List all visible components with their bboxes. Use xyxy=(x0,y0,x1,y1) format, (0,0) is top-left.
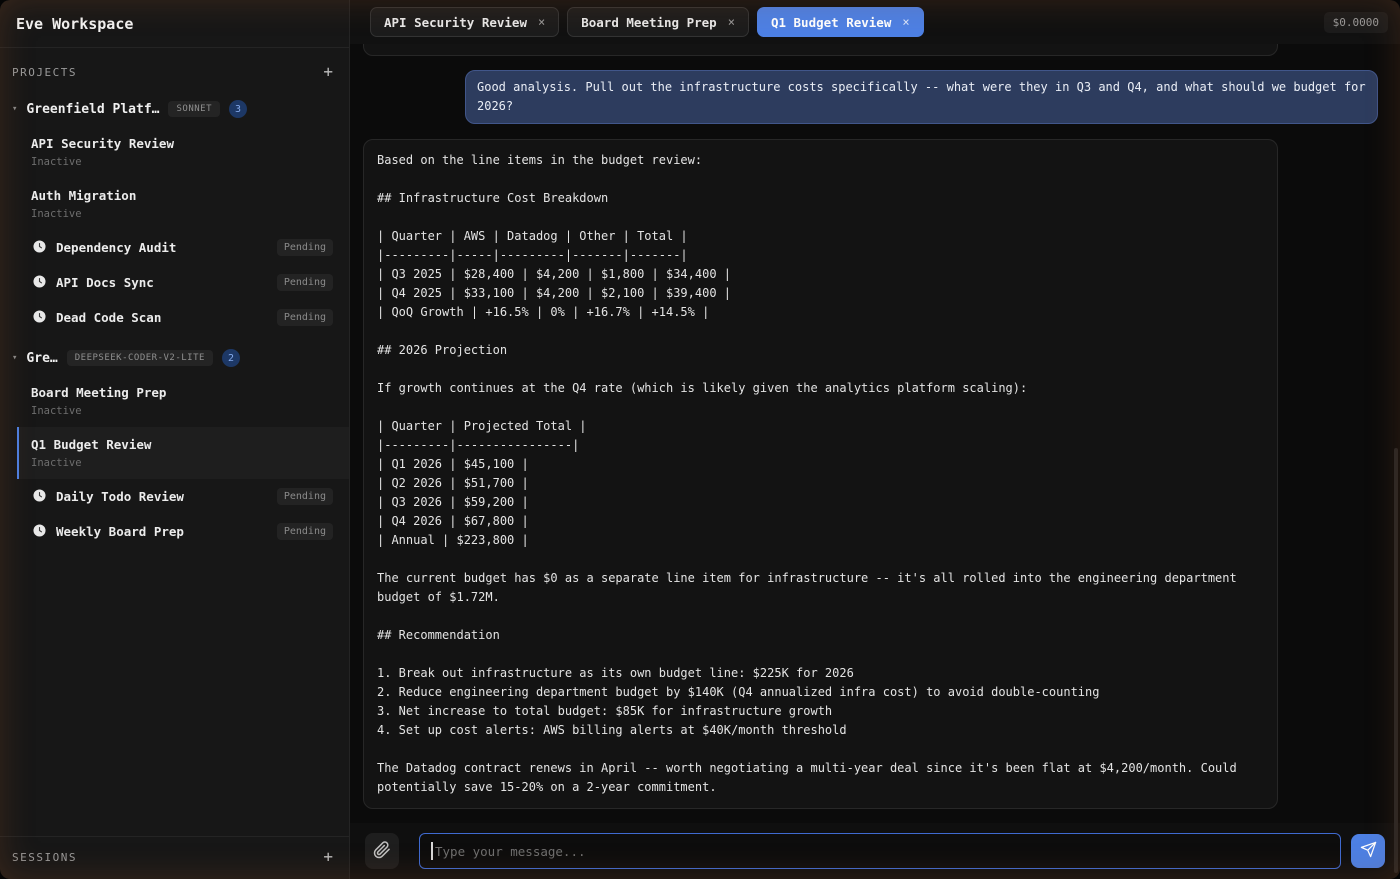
status-badge: Pending xyxy=(277,523,333,540)
chat-message-list[interactable]: Good analysis. Pull out the infrastructu… xyxy=(350,44,1400,823)
session-count-badge: 3 xyxy=(229,100,247,118)
attach-button[interactable] xyxy=(365,833,399,869)
tab-label: Board Meeting Prep xyxy=(581,15,716,30)
sessions-section-header: SESSIONS + xyxy=(0,836,349,879)
send-button[interactable] xyxy=(1351,834,1385,868)
close-icon[interactable]: × xyxy=(538,15,545,29)
status-badge: Pending xyxy=(277,239,333,256)
status-badge: Pending xyxy=(277,488,333,505)
assistant-message: Based on the line items in the budget re… xyxy=(363,139,1278,809)
sidebar-task-dependency-audit[interactable]: Dependency Audit Pending xyxy=(0,230,349,265)
workspace-title: Eve Workspace xyxy=(0,0,349,48)
add-session-button[interactable]: + xyxy=(323,849,333,865)
chat-status: Inactive xyxy=(31,156,333,168)
session-count-badge: 2 xyxy=(222,349,240,367)
message-input-wrap xyxy=(419,833,1341,869)
sidebar-task-api-docs-sync[interactable]: API Docs Sync Pending xyxy=(0,265,349,300)
status-badge: Pending xyxy=(277,274,333,291)
sidebar-group-greenfield-2[interactable]: ▾ Gre… DEEPSEEK-CODER-V2-LITE 2 xyxy=(0,335,349,375)
paperclip-icon xyxy=(373,841,391,862)
task-title: Daily Todo Review xyxy=(56,489,267,504)
previous-message-partial xyxy=(363,44,1278,56)
send-icon xyxy=(1360,841,1377,861)
task-title: Dead Code Scan xyxy=(56,310,267,325)
clock-icon xyxy=(33,273,46,292)
tab-api-security-review[interactable]: API Security Review × xyxy=(370,7,559,37)
chevron-down-icon[interactable]: ▾ xyxy=(12,353,17,363)
sidebar-task-weekly-board-prep[interactable]: Weekly Board Prep Pending xyxy=(0,514,349,549)
plus-icon: + xyxy=(323,847,333,866)
sidebar-group-greenfield-platform[interactable]: ▾ Greenfield Platf… SONNET 3 xyxy=(0,86,349,126)
clock-icon xyxy=(33,522,46,541)
projects-section-header: PROJECTS + xyxy=(0,48,349,86)
status-badge: Pending xyxy=(277,309,333,326)
text-cursor xyxy=(431,842,433,860)
chat-status: Inactive xyxy=(31,208,333,220)
model-badge: DEEPSEEK-CODER-V2-LITE xyxy=(67,350,213,366)
sidebar-item-board-meeting-prep[interactable]: Board Meeting Prep Inactive xyxy=(0,375,349,427)
group-title: Gre… xyxy=(26,351,57,366)
scrollbar[interactable] xyxy=(1394,448,1398,873)
user-message: Good analysis. Pull out the infrastructu… xyxy=(465,70,1378,124)
sidebar-spacer xyxy=(0,549,349,836)
add-project-button[interactable]: + xyxy=(323,64,333,80)
chat-title: Q1 Budget Review xyxy=(31,437,333,452)
close-icon[interactable]: × xyxy=(728,15,735,29)
tab-board-meeting-prep[interactable]: Board Meeting Prep × xyxy=(567,7,749,37)
main-panel: API Security Review × Board Meeting Prep… xyxy=(350,0,1400,879)
cost-badge: $0.0000 xyxy=(1324,12,1388,33)
close-icon[interactable]: × xyxy=(902,15,909,29)
sidebar: Eve Workspace PROJECTS + ▾ Greenfield Pl… xyxy=(0,0,350,879)
sidebar-task-dead-code-scan[interactable]: Dead Code Scan Pending xyxy=(0,300,349,335)
group-title: Greenfield Platf… xyxy=(26,102,159,117)
chevron-down-icon[interactable]: ▾ xyxy=(12,104,17,114)
clock-icon xyxy=(33,487,46,506)
sessions-label: SESSIONS xyxy=(12,851,77,864)
tab-bar: API Security Review × Board Meeting Prep… xyxy=(350,0,1400,44)
tab-label: API Security Review xyxy=(384,15,527,30)
sidebar-task-daily-todo-review[interactable]: Daily Todo Review Pending xyxy=(0,479,349,514)
app-window: Eve Workspace PROJECTS + ▾ Greenfield Pl… xyxy=(0,0,1400,879)
message-input[interactable] xyxy=(419,833,1341,869)
sidebar-item-api-security-review[interactable]: API Security Review Inactive xyxy=(0,126,349,178)
clock-icon xyxy=(33,308,46,327)
chat-title: Board Meeting Prep xyxy=(31,385,333,400)
composer-bar xyxy=(350,823,1400,879)
chat-status: Inactive xyxy=(31,457,333,469)
chat-status: Inactive xyxy=(31,405,333,417)
chat-title: Auth Migration xyxy=(31,188,333,203)
tab-q1-budget-review[interactable]: Q1 Budget Review × xyxy=(757,7,924,37)
sidebar-item-q1-budget-review[interactable]: Q1 Budget Review Inactive xyxy=(17,427,349,479)
tab-label: Q1 Budget Review xyxy=(771,15,891,30)
clock-icon xyxy=(33,238,46,257)
task-title: API Docs Sync xyxy=(56,275,267,290)
model-badge: SONNET xyxy=(168,101,220,117)
plus-icon: + xyxy=(323,62,333,81)
sidebar-item-auth-migration[interactable]: Auth Migration Inactive xyxy=(0,178,349,230)
task-title: Dependency Audit xyxy=(56,240,267,255)
chat-title: API Security Review xyxy=(31,136,333,151)
projects-label: PROJECTS xyxy=(12,66,77,79)
task-title: Weekly Board Prep xyxy=(56,524,267,539)
